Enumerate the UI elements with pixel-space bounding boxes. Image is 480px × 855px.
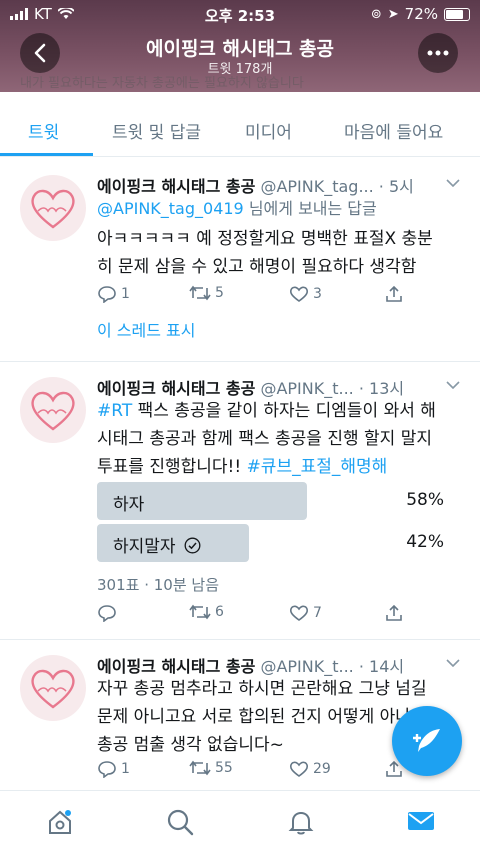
status-bar: KT 오후 2:53 ⊚ ➤ 72% — [0, 0, 480, 28]
home-icon — [49, 810, 71, 834]
share-button[interactable] — [385, 285, 403, 303]
reply-button[interactable]: 1 — [97, 285, 130, 303]
reply-count: 1 — [121, 761, 130, 777]
share-icon — [386, 285, 402, 302]
tweet-time: · 13시 — [358, 379, 405, 398]
hashtag-link[interactable]: #큐브_표절_해명해 — [247, 457, 388, 477]
nav-messages[interactable] — [406, 808, 436, 838]
check-circle-icon — [184, 537, 201, 554]
compose-button[interactable] — [392, 706, 462, 776]
user-handle[interactable]: @APINK_t... — [260, 657, 353, 676]
like-count: 7 — [313, 605, 322, 621]
messages-icon — [408, 812, 434, 830]
retweet-icon — [189, 604, 211, 620]
like-button[interactable]: 3 — [289, 285, 322, 303]
display-name[interactable]: 에이핑크 해시태그 총공 — [97, 379, 255, 398]
like-count: 29 — [313, 761, 331, 777]
reply-context: @APINK_tag_0419 님에게 보내는 답글 — [97, 199, 377, 218]
display-name[interactable]: 에이핑크 해시태그 총공 — [97, 177, 255, 196]
active-tab-indicator — [0, 153, 93, 156]
profile-name: 에이핑크 해시태그 총공 — [145, 38, 335, 60]
tab-media[interactable]: 미디어 — [245, 118, 292, 143]
more-button[interactable] — [418, 33, 458, 73]
apink-heart-logo-icon — [31, 669, 75, 709]
like-button[interactable]: 29 — [289, 760, 331, 778]
poll-option-percent: 42% — [406, 532, 444, 552]
reply-count: 1 — [121, 286, 130, 302]
location-icon: ➤ — [387, 6, 399, 22]
display-name[interactable]: 에이핑크 해시태그 총공 — [97, 657, 255, 676]
share-button[interactable] — [385, 604, 403, 622]
retweet-button[interactable]: 55 — [189, 760, 233, 776]
tweet[interactable]: 에이핑크 해시태그 총공 @APINK_t... · 13시 #RT 팩스 총공… — [0, 361, 480, 640]
search-icon — [167, 809, 194, 836]
nav-home[interactable] — [46, 808, 74, 840]
retweet-icon — [189, 760, 211, 776]
retweet-icon — [189, 285, 211, 301]
like-icon — [289, 761, 309, 777]
chevron-down-icon[interactable] — [446, 659, 460, 667]
nav-notifications[interactable] — [287, 808, 315, 840]
poll-option-label: 하자 — [113, 495, 145, 515]
more-icon — [427, 50, 449, 56]
bottom-nav — [0, 790, 480, 855]
avatar[interactable] — [20, 377, 86, 443]
user-handle[interactable]: @APINK_t... — [260, 379, 353, 398]
tweet-actions: 6 7 — [97, 604, 457, 628]
share-icon — [386, 604, 402, 621]
poll-meta: 301표 · 10분 남음 — [97, 576, 219, 594]
reply-to-link[interactable]: @APINK_tag_0419 — [97, 199, 244, 218]
avatar[interactable] — [20, 655, 86, 721]
reply-button[interactable]: 1 — [97, 760, 130, 778]
reply-icon — [98, 286, 116, 303]
bio-partial: 내가 필요하다는 자동차 총공에는 필요하지 않습니다 — [20, 76, 304, 91]
user-handle[interactable]: @APINK_tag... — [260, 177, 373, 196]
tweet-text: 아ㅋㅋㅋㅋㅋ 예 정정할게요 명백한 표절X 충분 히 문제 삼을 수 있고 해… — [97, 229, 433, 277]
poll-option-label: 하지말자 — [113, 532, 201, 557]
tab-likes[interactable]: 마음에 들어요 — [344, 118, 443, 143]
battery-icon — [444, 7, 470, 21]
like-icon — [289, 286, 309, 302]
poll-option-percent: 58% — [406, 490, 444, 510]
tweet[interactable]: 에이핑크 해시태그 총공 @APINK_tag... · 5시 @APINK_t… — [0, 157, 480, 362]
avatar[interactable] — [20, 175, 86, 241]
show-thread-link[interactable]: 이 스레드 표시 — [97, 317, 457, 345]
notifications-icon — [288, 811, 314, 835]
battery-percent: 72% — [404, 5, 438, 23]
tab-tweets-replies[interactable]: 트윗 및 답글 — [112, 118, 201, 143]
like-icon — [289, 605, 309, 621]
retweet-button[interactable]: 6 — [189, 604, 224, 620]
reply-button[interactable] — [97, 604, 117, 622]
retweet-button[interactable]: 5 — [189, 285, 224, 301]
tweet-time: · 5시 — [378, 177, 414, 196]
like-count: 3 — [313, 286, 322, 302]
hashtag-link[interactable]: #RT — [97, 401, 132, 421]
chevron-down-icon[interactable] — [446, 381, 460, 389]
tweet-time: · 14시 — [358, 657, 405, 676]
compose-icon — [413, 729, 440, 752]
profile-tabs: 트윗 트윗 및 답글 미디어 마음에 들어요 — [0, 100, 480, 157]
tweet-text: #RT 팩스 총공을 같이 하자는 디엠들이 와서 해 시태그 총공과 함께 팩… — [97, 401, 436, 477]
like-button[interactable]: 7 — [289, 604, 322, 622]
chevron-down-icon[interactable] — [446, 179, 460, 187]
tweet-actions: 1 5 3 — [97, 285, 457, 309]
lock-rotation-icon: ⊚ — [370, 6, 382, 22]
retweet-count: 55 — [215, 760, 233, 776]
retweet-count: 6 — [215, 604, 224, 620]
apink-heart-logo-icon — [31, 391, 75, 431]
nav-search[interactable] — [166, 808, 194, 840]
retweet-count: 5 — [215, 285, 224, 301]
apink-heart-logo-icon — [31, 189, 75, 229]
reply-icon — [98, 605, 116, 622]
tab-tweets[interactable]: 트윗 — [28, 118, 59, 143]
reply-icon — [98, 761, 116, 778]
